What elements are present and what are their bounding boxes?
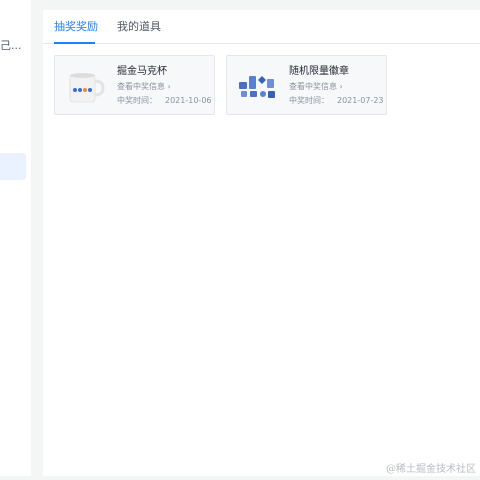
reward-card: 掘金马克杯 查看中奖信息 › 中奖时间： 2021-10-06: [54, 55, 215, 115]
tab-my-items[interactable]: 我的道具: [117, 19, 161, 35]
main-panel: 抽奖奖励 我的道具 掘金马克杯 查看中奖信息 › 中奖时间： 2021-10-06: [43, 10, 480, 476]
tab-lottery-rewards[interactable]: 抽奖奖励: [54, 19, 98, 35]
chevron-right-icon: ›: [167, 82, 171, 91]
reward-card: 随机限量徽章 查看中奖信息 › 中奖时间： 2021-07-23: [226, 55, 387, 115]
watermark: @稀土掘金技术社区: [386, 464, 476, 475]
winning-time-label: 中奖时间：: [117, 96, 157, 105]
winning-time-value: 2021-07-23: [337, 96, 384, 105]
reward-title: 掘金马克杯: [117, 66, 167, 77]
active-tab-indicator: [54, 42, 95, 44]
winning-time-value: 2021-10-06: [165, 96, 212, 105]
winning-time-label: 中奖时间：: [289, 96, 329, 105]
sidebar-truncated-text: 己...: [0, 40, 22, 52]
view-winning-info-label: 查看中奖信息: [289, 82, 337, 91]
badges-icon: [239, 76, 275, 98]
view-winning-info-link[interactable]: 查看中奖信息 ›: [289, 81, 343, 92]
mug-icon: [69, 73, 105, 103]
view-winning-info-link[interactable]: 查看中奖信息 ›: [117, 81, 171, 92]
sidebar-selected-item[interactable]: [0, 153, 26, 180]
view-winning-info-label: 查看中奖信息: [117, 82, 165, 91]
winning-time: 中奖时间： 2021-07-23: [289, 95, 384, 106]
tab-bar: 抽奖奖励 我的道具: [43, 10, 480, 44]
reward-title: 随机限量徽章: [289, 66, 349, 77]
left-sidebar: 己...: [0, 0, 31, 476]
chevron-right-icon: ›: [339, 82, 343, 91]
winning-time: 中奖时间： 2021-10-06: [117, 95, 212, 106]
